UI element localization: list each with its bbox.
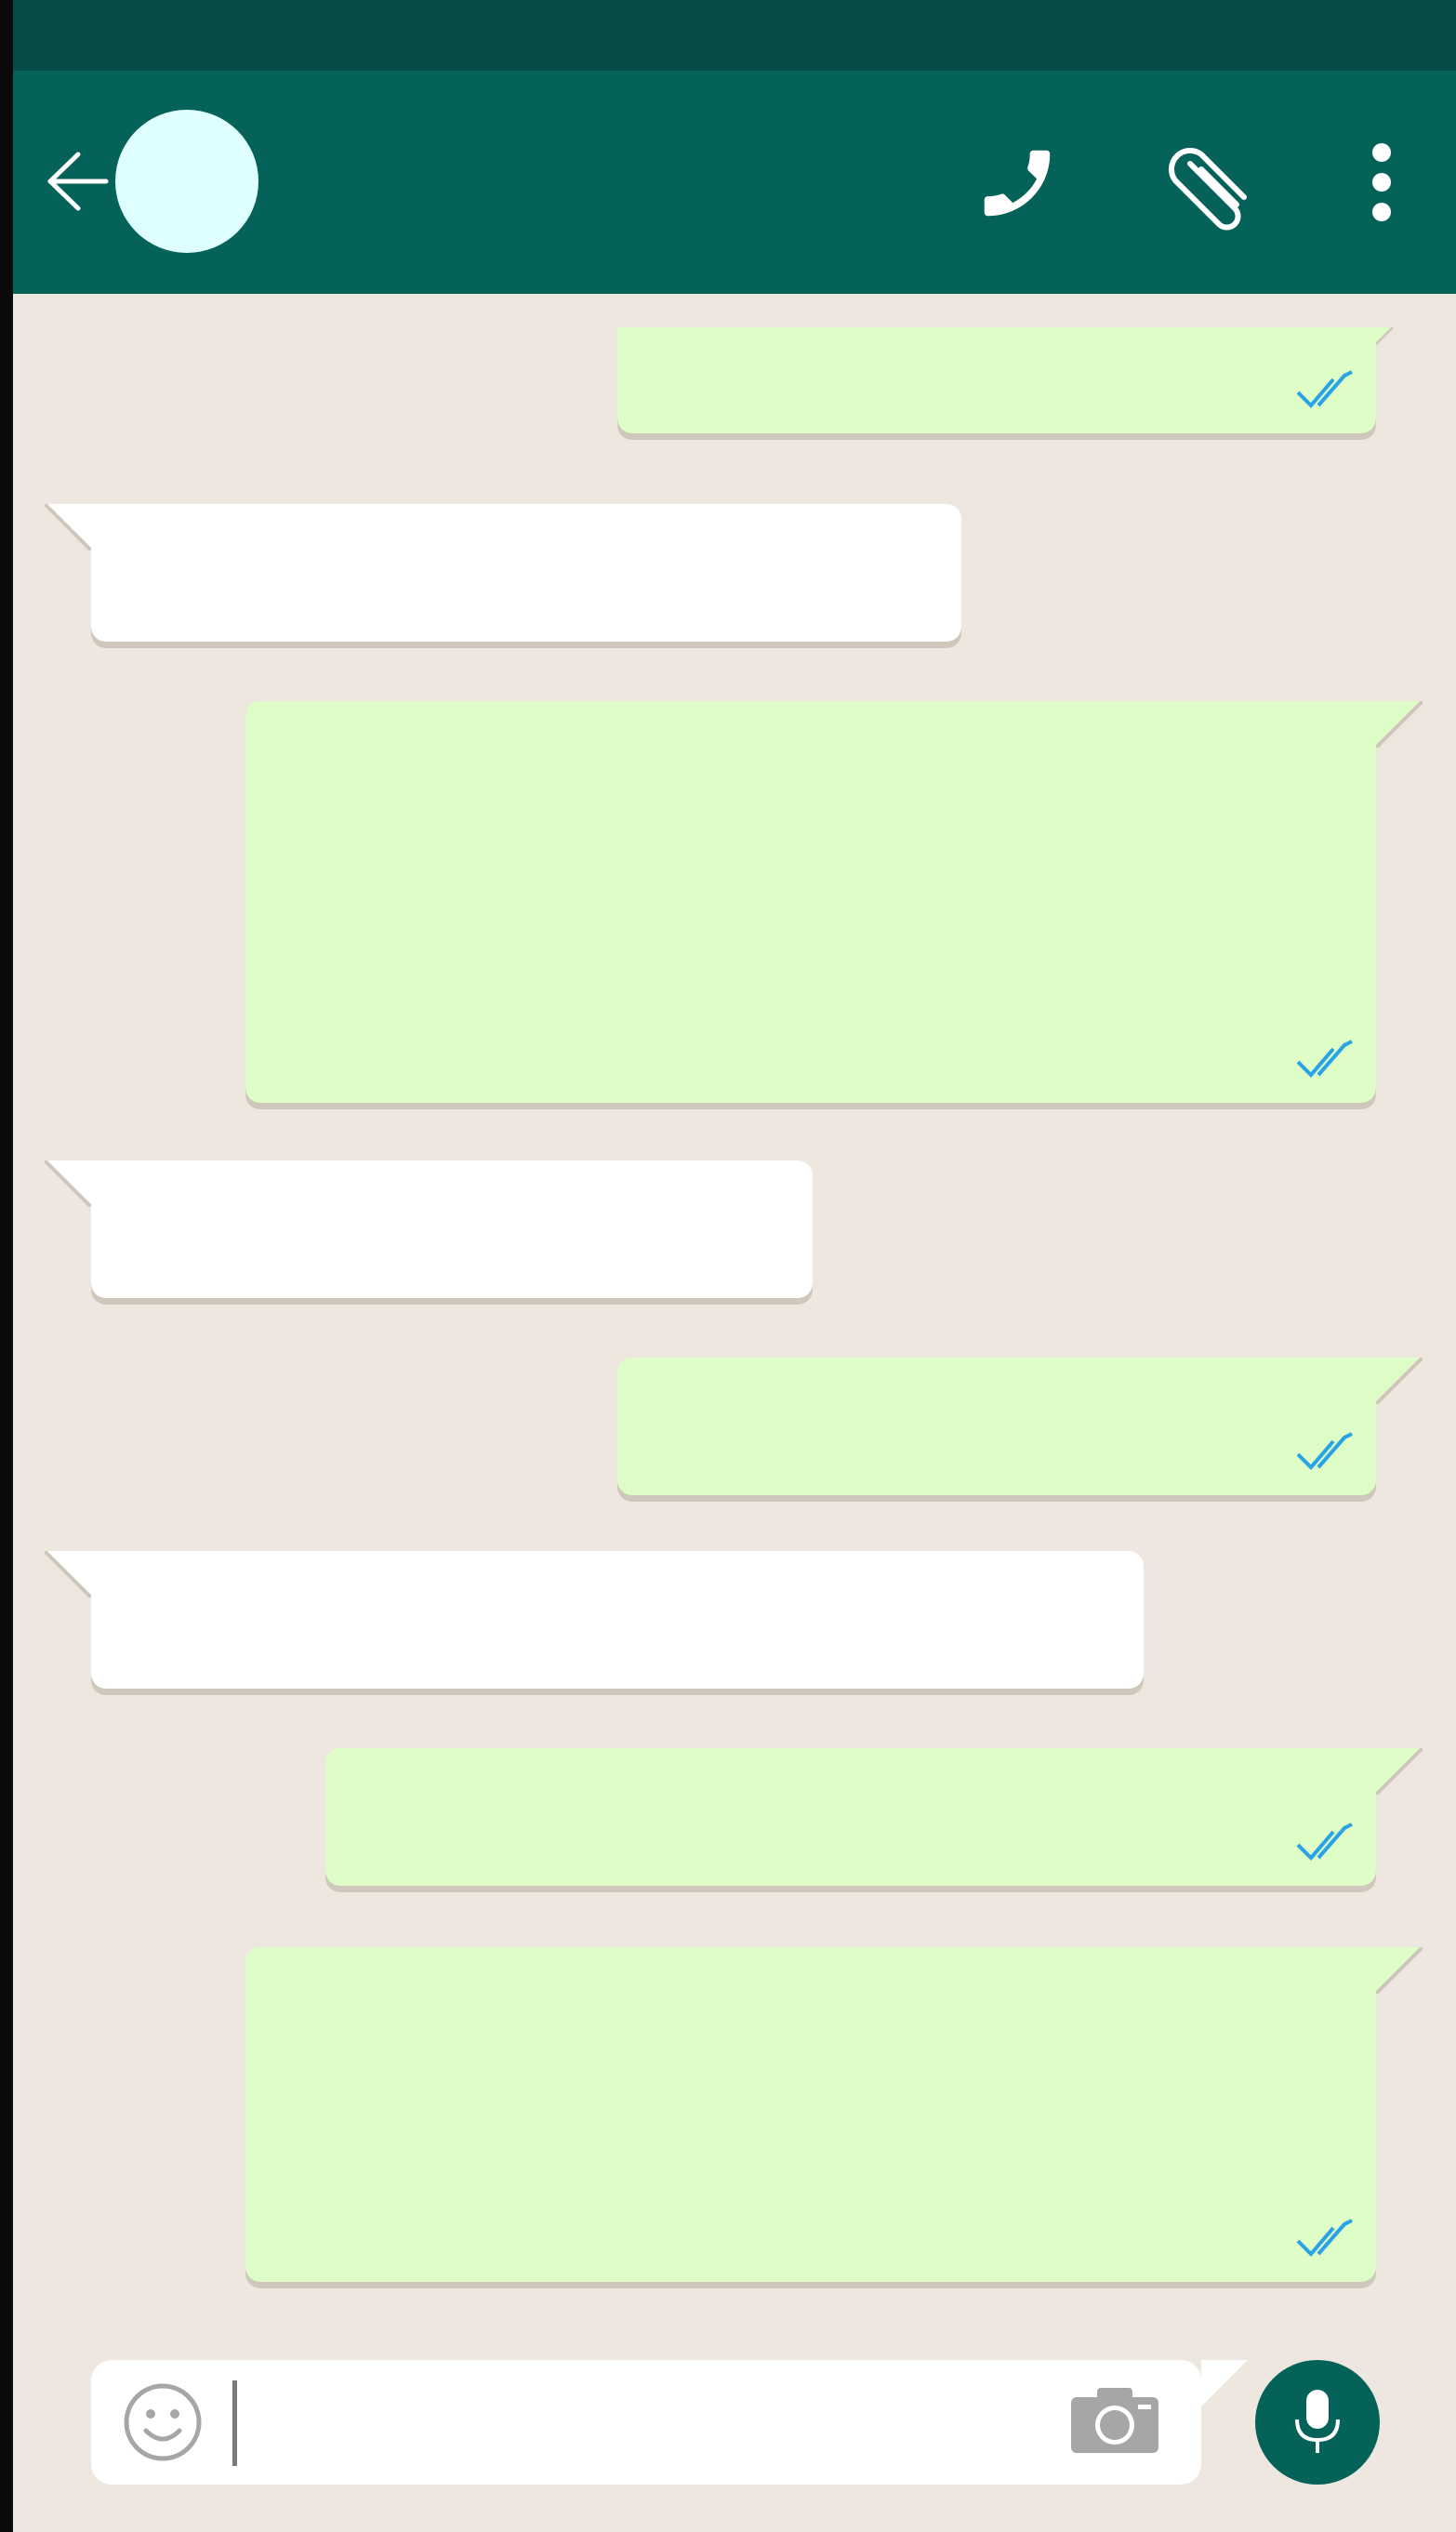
contact-avatar[interactable]: [115, 110, 258, 253]
outgoing-message[interactable]: [617, 327, 1394, 433]
outgoing-message[interactable]: [245, 701, 1423, 1103]
message-list[interactable]: [13, 294, 1456, 2340]
text-cursor: [232, 2380, 237, 2466]
incoming-message[interactable]: [45, 1160, 813, 1298]
outgoing-message[interactable]: [617, 1358, 1423, 1495]
camera-icon[interactable]: [1069, 2386, 1160, 2455]
incoming-message[interactable]: [45, 504, 961, 642]
outgoing-message[interactable]: [245, 1947, 1423, 2282]
phone-icon[interactable]: [971, 139, 1064, 227]
read-ticks-icon: [1296, 1432, 1353, 1470]
bubble-tail: [1376, 1947, 1423, 1994]
status-bar: [13, 0, 1456, 71]
chat-screen: [13, 0, 1456, 2532]
back-arrow-icon[interactable]: [41, 149, 115, 214]
message-input[interactable]: [232, 2377, 1051, 2468]
bubble-tail: [45, 1160, 91, 1207]
paperclip-icon[interactable]: [1162, 136, 1259, 232]
composer-tail: [1201, 2360, 1248, 2406]
bubble-tail: [45, 1551, 91, 1597]
read-ticks-icon: [1296, 370, 1353, 408]
bubble-tail: [45, 504, 91, 550]
bubble-tail: [1376, 327, 1394, 345]
bubble-tail: [1376, 701, 1423, 748]
read-ticks-icon: [1296, 1040, 1353, 1078]
outgoing-message[interactable]: [325, 1748, 1423, 1886]
smiley-icon[interactable]: [123, 2382, 203, 2462]
incoming-message[interactable]: [45, 1551, 1144, 1689]
read-ticks-icon: [1296, 2219, 1353, 2257]
bubble-tail: [1376, 1358, 1423, 1404]
bubble-tail: [1376, 1748, 1423, 1795]
microphone-button[interactable]: [1255, 2360, 1380, 2485]
read-ticks-icon: [1296, 1823, 1353, 1861]
microphone-icon: [1295, 2390, 1340, 2453]
more-options-icon[interactable]: [1359, 139, 1404, 229]
